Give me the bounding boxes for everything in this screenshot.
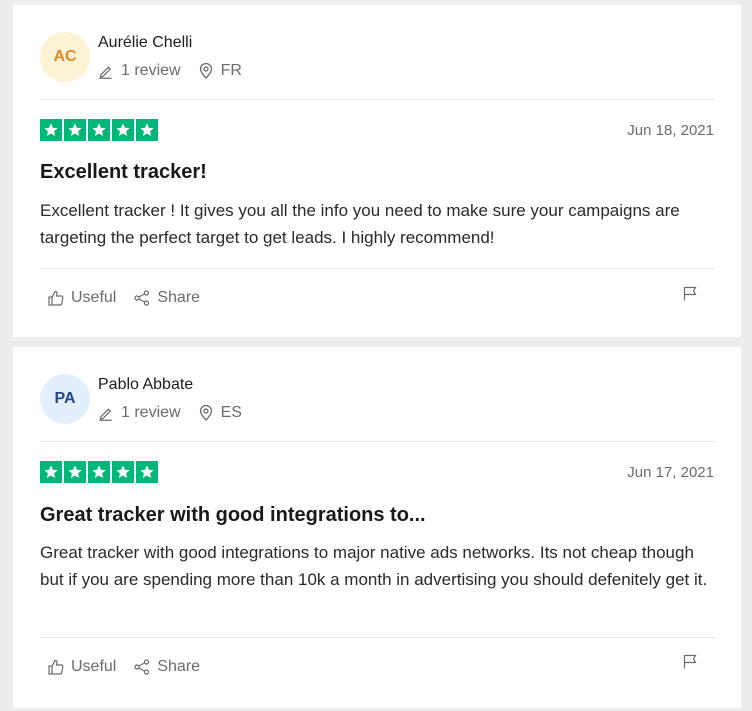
star-icon bbox=[112, 119, 134, 141]
location-pin-icon bbox=[199, 63, 212, 79]
pencil-icon bbox=[99, 65, 112, 79]
review-count-label: 1 review bbox=[121, 404, 181, 421]
star-icon bbox=[40, 119, 62, 141]
review-actions: Useful Share bbox=[48, 289, 218, 307]
flag-icon[interactable] bbox=[683, 286, 697, 306]
star-rating bbox=[40, 461, 160, 483]
useful-button[interactable]: Useful bbox=[48, 289, 116, 307]
reviewer-name[interactable]: Aurélie Chelli bbox=[98, 34, 260, 54]
reviewer-name[interactable]: Pablo Abbate bbox=[98, 376, 260, 396]
reviewer-header: AC Aurélie Chelli 1 review FR bbox=[40, 32, 260, 82]
review-count-label: 1 review bbox=[121, 62, 181, 79]
country-label: FR bbox=[220, 62, 242, 79]
review-date: Jun 18, 2021 bbox=[627, 122, 714, 139]
review-date: Jun 17, 2021 bbox=[627, 464, 714, 481]
divider bbox=[40, 637, 715, 638]
share-icon bbox=[134, 659, 150, 675]
reviewer-header: PA Pablo Abbate 1 review ES bbox=[40, 374, 260, 424]
divider bbox=[40, 268, 715, 269]
star-icon bbox=[136, 461, 158, 483]
avatar[interactable]: AC bbox=[40, 32, 90, 82]
useful-label: Useful bbox=[71, 658, 117, 675]
share-label: Share bbox=[157, 658, 201, 675]
divider bbox=[40, 441, 715, 442]
useful-label: Useful bbox=[71, 289, 117, 306]
reviewer-info: Aurélie Chelli 1 review FR bbox=[98, 32, 260, 80]
star-rating bbox=[40, 119, 160, 141]
reviewer-location: FR bbox=[199, 62, 242, 80]
location-pin-icon bbox=[199, 405, 212, 421]
review-card: PA Pablo Abbate 1 review ES Jun 17, 2021… bbox=[13, 347, 741, 708]
star-icon bbox=[64, 119, 86, 141]
pencil-icon bbox=[99, 407, 112, 421]
thumbs-up-icon bbox=[48, 290, 64, 306]
thumbs-up-icon bbox=[48, 659, 64, 675]
share-label: Share bbox=[157, 289, 201, 306]
star-icon bbox=[112, 461, 134, 483]
review-body: Excellent tracker ! It gives you all the… bbox=[40, 201, 680, 247]
review-actions: Useful Share bbox=[48, 658, 218, 676]
avatar[interactable]: PA bbox=[40, 374, 90, 424]
share-icon bbox=[134, 290, 150, 306]
star-icon bbox=[88, 461, 110, 483]
reviewer-info: Pablo Abbate 1 review ES bbox=[98, 374, 260, 422]
star-icon bbox=[64, 461, 86, 483]
review-card: AC Aurélie Chelli 1 review FR Jun 18, 20… bbox=[13, 5, 741, 337]
useful-button[interactable]: Useful bbox=[48, 658, 116, 676]
divider bbox=[40, 99, 715, 100]
review-title[interactable]: Great tracker with good integrations to.… bbox=[40, 504, 426, 527]
reviewer-meta: 1 review FR bbox=[98, 62, 260, 80]
review-count: 1 review bbox=[98, 62, 181, 80]
review-body: Great tracker with good integrations to … bbox=[40, 543, 708, 589]
flag-icon[interactable] bbox=[683, 654, 697, 674]
review-title[interactable]: Excellent tracker! bbox=[40, 161, 207, 184]
review-count: 1 review bbox=[98, 404, 181, 422]
share-button[interactable]: Share bbox=[134, 289, 200, 307]
star-icon bbox=[40, 461, 62, 483]
reviewer-location: ES bbox=[199, 404, 242, 422]
reviewer-meta: 1 review ES bbox=[98, 404, 260, 422]
star-icon bbox=[136, 119, 158, 141]
star-icon bbox=[88, 119, 110, 141]
country-label: ES bbox=[220, 404, 242, 421]
share-button[interactable]: Share bbox=[134, 658, 200, 676]
